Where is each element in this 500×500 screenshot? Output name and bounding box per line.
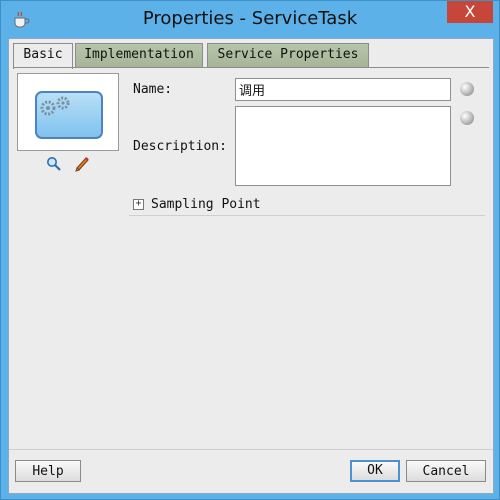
window-title: Properties - ServiceTask <box>142 8 358 29</box>
dialog-body: Basic Implementation Service Properties <box>8 38 494 494</box>
tab-divider <box>13 67 489 68</box>
expand-toggle-icon: + <box>135 198 142 209</box>
globe-icon[interactable] <box>460 82 474 96</box>
help-button[interactable]: Help <box>15 460 81 482</box>
globe-icon[interactable] <box>460 111 474 125</box>
sampling-point-expander[interactable]: + <box>133 199 144 210</box>
sampling-point-label[interactable]: Sampling Point <box>151 197 261 212</box>
magnifier-icon[interactable] <box>46 156 62 172</box>
tab-implementation[interactable]: Implementation <box>75 43 203 67</box>
tab-service-properties[interactable]: Service Properties <box>207 43 369 67</box>
name-label: Name: <box>133 82 173 97</box>
properties-dialog: Properties - ServiceTask X Basic Impleme… <box>0 0 500 500</box>
cancel-button[interactable]: Cancel <box>406 460 486 482</box>
pencil-icon[interactable] <box>74 155 90 172</box>
description-field[interactable] <box>235 106 451 186</box>
tab-basic[interactable]: Basic <box>13 43 73 69</box>
name-field[interactable]: 调用 <box>235 78 451 101</box>
close-button[interactable]: X <box>447 1 493 23</box>
footer-divider <box>9 449 493 450</box>
description-label: Description: <box>133 139 227 154</box>
service-task-node <box>35 91 103 139</box>
section-divider <box>129 215 485 216</box>
service-task-gears-icon <box>40 96 70 116</box>
node-preview <box>17 73 119 151</box>
ok-button[interactable]: OK <box>350 460 400 482</box>
title-bar[interactable]: Properties - ServiceTask X <box>1 1 499 38</box>
